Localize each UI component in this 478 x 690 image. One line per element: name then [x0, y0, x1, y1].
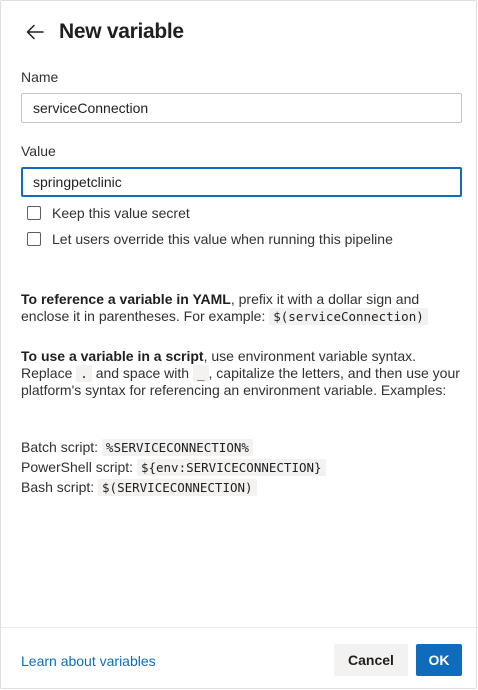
name-label: Name: [21, 69, 59, 85]
example-powershell-label: PowerShell script:: [21, 459, 134, 475]
example-batch-code: %SERVICECONNECTION%: [101, 439, 253, 456]
example-powershell: PowerShell script: ${env:SERVICECONNECTI…: [21, 459, 326, 476]
name-input[interactable]: [21, 93, 462, 123]
allow-override-option[interactable]: Let users override this value when runni…: [27, 231, 393, 247]
new-variable-panel: New variable Name Value Keep this value …: [0, 0, 478, 689]
value-input[interactable]: [21, 167, 462, 197]
footer-divider: [1, 627, 478, 628]
allow-override-checkbox[interactable]: [27, 232, 41, 246]
page-title: New variable: [59, 20, 184, 43]
yaml-example-code: $(serviceConnection): [269, 308, 428, 325]
example-bash-code: $(SERVICECONNECTION): [98, 479, 257, 496]
keep-secret-option[interactable]: Keep this value secret: [27, 205, 190, 221]
example-batch-label: Batch script:: [21, 439, 99, 455]
script-help-bold: To use a variable in a script: [21, 348, 204, 364]
back-button[interactable]: [21, 18, 49, 46]
ok-button[interactable]: OK: [416, 644, 462, 676]
learn-about-variables-link[interactable]: Learn about variables: [21, 653, 156, 669]
dot-code: .: [76, 365, 92, 382]
cancel-button[interactable]: Cancel: [334, 644, 408, 676]
keep-secret-label: Keep this value secret: [52, 205, 190, 221]
yaml-help-text: To reference a variable in YAML, prefix …: [21, 291, 461, 325]
example-powershell-code: ${env:SERVICECONNECTION}: [136, 459, 326, 476]
script-help-body-2: and space with: [95, 365, 190, 381]
underscore-code: _: [192, 365, 209, 382]
allow-override-label: Let users override this value when runni…: [52, 231, 393, 247]
example-batch: Batch script: %SERVICECONNECTION%: [21, 439, 253, 456]
value-label: Value: [21, 143, 56, 159]
yaml-help-bold: To reference a variable in YAML: [21, 291, 231, 307]
script-help-text: To use a variable in a script, use envir…: [21, 348, 461, 399]
arrow-left-icon: [26, 24, 44, 40]
example-bash-label: Bash script:: [21, 479, 95, 495]
panel-header: New variable: [21, 15, 184, 49]
keep-secret-checkbox[interactable]: [27, 206, 41, 220]
example-bash: Bash script: $(SERVICECONNECTION): [21, 479, 257, 496]
